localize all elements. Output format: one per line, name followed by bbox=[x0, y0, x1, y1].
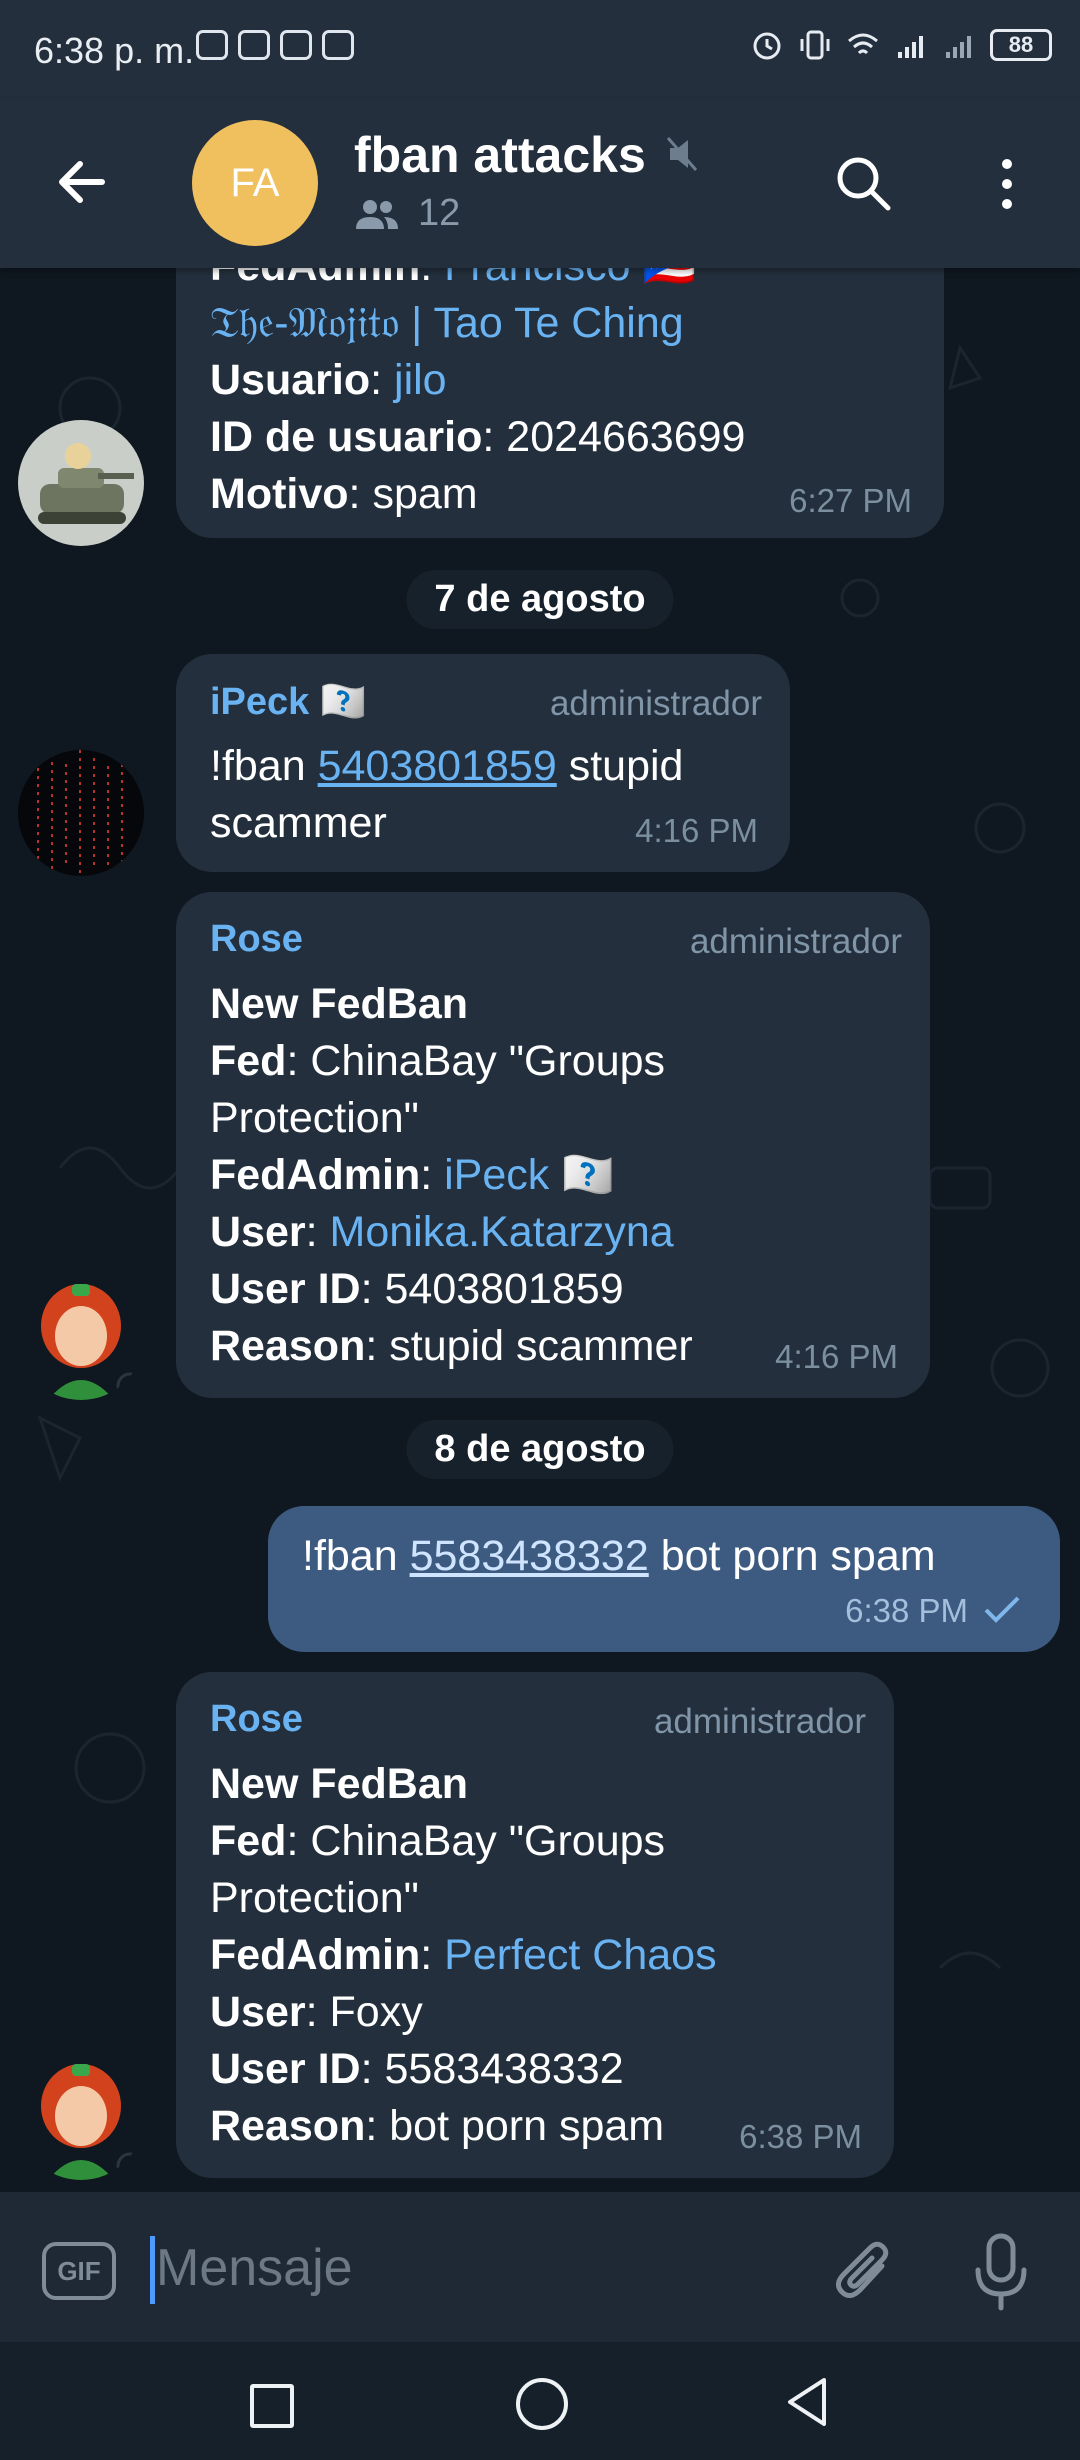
date-separator: 8 de agosto bbox=[406, 1420, 674, 1479]
group-avatar[interactable]: FA bbox=[192, 120, 318, 246]
gallery-icon bbox=[322, 30, 354, 60]
user-id-link[interactable]: 5583438332 bbox=[410, 1532, 649, 1580]
message-line: FedAdmin: iPeck 🇶🇨 bbox=[210, 1151, 615, 1199]
sender-name[interactable]: Rose bbox=[210, 918, 303, 961]
fedban-heading: New FedBan bbox=[210, 1760, 469, 1808]
message-text: !fban 5583438332 bot porn spam bbox=[302, 1532, 936, 1580]
back-arrow-icon[interactable] bbox=[52, 152, 112, 212]
tank-avatar-image bbox=[18, 420, 144, 546]
message-line: User ID: 5583438332 bbox=[210, 2045, 624, 2093]
system-icons: 88 bbox=[750, 28, 1052, 62]
sender-name[interactable]: Rose bbox=[210, 1698, 303, 1741]
message-time: 6:27 PM bbox=[789, 482, 912, 519]
message-line: Protection" bbox=[210, 1874, 419, 1922]
muted-icon bbox=[666, 137, 698, 171]
battery-icon: 88 bbox=[990, 29, 1052, 61]
wifi-icon bbox=[848, 33, 878, 55]
message-time: 6:38 PM bbox=[739, 2118, 862, 2155]
message-bubble[interactable]: iPeck 🇶🇨 administrador !fban 5403801859 … bbox=[176, 654, 790, 872]
system-navigation-bar bbox=[0, 2342, 1080, 2460]
avatar[interactable] bbox=[18, 1274, 144, 1400]
message-line: Protection" bbox=[210, 1094, 419, 1142]
gif-sticker-button[interactable]: GIF bbox=[42, 2242, 116, 2300]
message-line: User ID: 5403801859 bbox=[210, 1265, 624, 1313]
message-line: Reason: stupid scammer bbox=[210, 1322, 693, 1370]
sender-name[interactable]: iPeck 🇶🇨 bbox=[210, 680, 367, 724]
message-bubble[interactable]: Rose administrador New FedBan Fed: China… bbox=[176, 892, 930, 1398]
message-line: Fed: ChinaBay "Groups bbox=[210, 1817, 666, 1865]
alarm-icon bbox=[753, 32, 781, 60]
instagram-icon bbox=[238, 30, 270, 60]
message-line: User: Foxy bbox=[210, 1988, 423, 2036]
message-line-link[interactable]: 𝔗𝔥𝔢-𝔐𝔬𝔧𝔦𝔱𝔬 | Tao Te Ching bbox=[210, 295, 684, 352]
chat-history[interactable]: FedAdmin: Francisco 🇵🇷 𝔗𝔥𝔢-𝔐𝔬𝔧𝔦𝔱𝔬 | Tao … bbox=[0, 268, 1080, 2192]
microphone-icon[interactable] bbox=[970, 2230, 1032, 2314]
user-id-link[interactable]: 5403801859 bbox=[318, 742, 557, 790]
member-count: 12 bbox=[354, 192, 460, 235]
status-bar: 6:38 p. m. 88 bbox=[0, 0, 1080, 100]
message-line: FedAdmin: Francisco 🇵🇷 bbox=[210, 268, 696, 295]
nav-back-button[interactable] bbox=[782, 2374, 832, 2430]
message-line: FedAdmin: Perfect Chaos bbox=[210, 1931, 717, 1979]
home-button[interactable] bbox=[516, 2378, 568, 2430]
read-check-icon bbox=[984, 1596, 1020, 1623]
status-time: 6:38 p. m. bbox=[34, 30, 195, 71]
notification-icons bbox=[196, 30, 354, 60]
recent-apps-button[interactable] bbox=[250, 2384, 294, 2428]
message-bubble[interactable]: FedAdmin: Francisco 🇵🇷 𝔗𝔥𝔢-𝔐𝔬𝔧𝔦𝔱𝔬 | Tao … bbox=[176, 268, 944, 538]
signal-icon bbox=[946, 36, 971, 58]
avatar[interactable] bbox=[18, 2054, 144, 2180]
members-icon bbox=[356, 199, 398, 229]
rose-avatar-image bbox=[18, 2054, 144, 2180]
message-time: 6:38 PM bbox=[845, 1592, 968, 1629]
message-line: ID de usuario: 2024663699 bbox=[210, 413, 746, 461]
sender-role: administrador bbox=[689, 922, 902, 961]
message-bubble[interactable]: Rose administrador New FedBan Fed: China… bbox=[176, 1672, 894, 2178]
matrix-avatar-image bbox=[18, 750, 144, 876]
message-composer: GIF Mensaje bbox=[0, 2192, 1080, 2342]
instagram-icon bbox=[280, 30, 312, 60]
search-icon[interactable] bbox=[832, 152, 894, 214]
more-options-icon[interactable] bbox=[990, 154, 1024, 214]
member-count-value: 12 bbox=[418, 192, 461, 234]
message-text: scammer bbox=[210, 799, 387, 847]
vibrate-icon bbox=[800, 30, 830, 60]
gmail-icon bbox=[196, 30, 228, 60]
message-text: !fban 5403801859 stupid bbox=[210, 742, 684, 790]
attach-icon[interactable] bbox=[830, 2232, 900, 2312]
rose-avatar-image bbox=[18, 1274, 144, 1400]
sender-role: administrador bbox=[653, 1702, 866, 1741]
message-line: Usuario: jilo bbox=[210, 356, 447, 404]
outgoing-message-bubble[interactable]: !fban 5583438332 bot porn spam 6:38 PM bbox=[268, 1506, 1060, 1652]
fedban-heading: New FedBan bbox=[210, 980, 469, 1028]
date-separator: 7 de agosto bbox=[406, 570, 674, 629]
sender-role: administrador bbox=[549, 684, 762, 723]
avatar[interactable] bbox=[18, 420, 144, 546]
message-time: 4:16 PM bbox=[775, 1338, 898, 1375]
message-line: Motivo: spam bbox=[210, 470, 478, 518]
message-line: Fed: ChinaBay "Groups bbox=[210, 1037, 666, 1085]
message-line: Reason: bot porn spam bbox=[210, 2102, 665, 2150]
chat-header: FA fban attacks 12 bbox=[0, 100, 1080, 268]
avatar[interactable] bbox=[18, 750, 144, 876]
message-time: 4:16 PM bbox=[635, 812, 758, 849]
text-caret bbox=[150, 2236, 155, 2304]
signal-icon bbox=[898, 36, 923, 58]
message-input[interactable]: Mensaje bbox=[156, 2238, 353, 2298]
message-line: User: Monika.Katarzyna bbox=[210, 1208, 674, 1256]
chat-title[interactable]: fban attacks bbox=[354, 126, 646, 184]
